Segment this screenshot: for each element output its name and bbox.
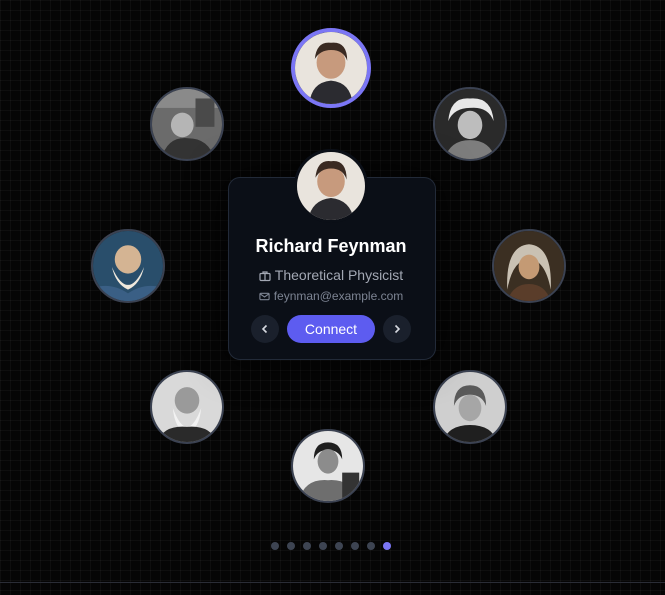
profile-email: feynman@example.com bbox=[228, 289, 434, 303]
next-button[interactable] bbox=[383, 315, 411, 343]
avatar-darwin[interactable] bbox=[150, 370, 224, 444]
profile-role-text: Theoretical Physicist bbox=[274, 267, 404, 283]
carousel-stage: Richard Feynman Theoretical Physicist fe… bbox=[0, 0, 665, 583]
connect-button[interactable]: Connect bbox=[287, 315, 375, 343]
bottom-divider bbox=[0, 582, 665, 583]
pagination-dot[interactable] bbox=[367, 542, 375, 550]
avatar-tesla[interactable] bbox=[291, 429, 365, 503]
pagination-dot[interactable] bbox=[351, 542, 359, 550]
avatar-einstein[interactable] bbox=[433, 87, 507, 161]
pagination-dots bbox=[271, 542, 391, 550]
chevron-left-icon bbox=[261, 324, 268, 334]
briefcase-icon bbox=[259, 271, 271, 282]
avatar-feynman-top[interactable] bbox=[291, 28, 371, 108]
pagination-dot[interactable] bbox=[271, 542, 279, 550]
profile-name: Richard Feynman bbox=[255, 236, 407, 256]
profile-role: Theoretical Physicist bbox=[228, 267, 434, 283]
pagination-dot[interactable] bbox=[335, 542, 343, 550]
prev-button[interactable] bbox=[251, 315, 279, 343]
chevron-right-icon bbox=[394, 324, 401, 334]
pagination-dot-active[interactable] bbox=[383, 542, 391, 550]
pagination-dot[interactable] bbox=[319, 542, 327, 550]
avatar-hawking[interactable] bbox=[150, 87, 224, 161]
avatar-tolstoy[interactable] bbox=[91, 229, 165, 303]
avatar-curie[interactable] bbox=[433, 370, 507, 444]
pagination-dot[interactable] bbox=[287, 542, 295, 550]
avatar-newton[interactable] bbox=[492, 229, 566, 303]
pagination-dot[interactable] bbox=[303, 542, 311, 550]
profile-avatar bbox=[294, 149, 368, 223]
profile-email-text: feynman@example.com bbox=[273, 289, 404, 303]
mail-icon bbox=[259, 292, 270, 301]
